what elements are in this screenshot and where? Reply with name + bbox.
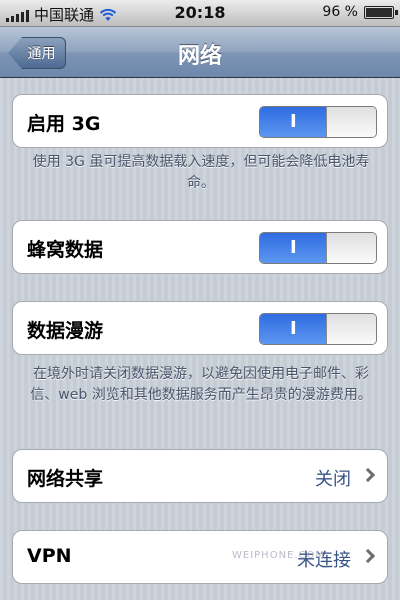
data-roaming-footer: 在境外时请关闭数据漫游，以避免因使用电子邮件、彩信、web 浏览和其他数据服务而…: [30, 366, 372, 403]
toggle-knob: [326, 107, 376, 137]
toggle-on-indicator: I: [290, 237, 297, 258]
toggle-on-indicator: I: [290, 111, 297, 132]
data-roaming-toggle[interactable]: I: [259, 313, 377, 345]
setting-label-vpn: VPN: [27, 545, 72, 567]
setting-row-data-roaming: 数据漫游 I: [12, 301, 388, 355]
setting-row-enable-3g: 启用 3G I: [12, 94, 388, 148]
toggle-knob: [326, 314, 376, 344]
navigation-bar: 通用 网络: [0, 27, 400, 78]
toggle-on-indicator: I: [290, 318, 297, 339]
toggle-knob: [326, 233, 376, 263]
enable-3g-toggle[interactable]: I: [259, 106, 377, 138]
watermark: WEIPHONE.COM: [232, 550, 326, 561]
toggle-on-track: I: [260, 233, 326, 263]
setting-label-cellular-data: 蜂窝数据: [27, 239, 104, 261]
page-title: 网络: [177, 44, 222, 69]
status-right: 96 %: [322, 4, 398, 20]
battery-icon: [364, 5, 398, 19]
setting-row-cellular-data: 蜂窝数据 I: [12, 220, 388, 274]
tethering-value: 关闭: [315, 469, 351, 490]
setting-row-vpn[interactable]: VPN 未连接: [12, 530, 388, 584]
toggle-on-track: I: [260, 314, 326, 344]
setting-label-data-roaming: 数据漫游: [27, 320, 104, 342]
status-bar: 中国联通 20:18 96 %: [0, 0, 400, 27]
enable-3g-footer: 使用 3G 虽可提高数据载入速度，但可能会降低电池寿命。: [32, 154, 370, 191]
chevron-right-icon: [360, 548, 376, 564]
setting-label-tethering: 网络共享: [27, 468, 104, 490]
setting-label-enable-3g: 启用 3G: [27, 113, 101, 135]
setting-row-tethering[interactable]: 网络共享 关闭: [12, 449, 388, 503]
toggle-on-track: I: [260, 107, 326, 137]
cellular-data-toggle[interactable]: I: [259, 232, 377, 264]
battery-percent: 96 %: [322, 4, 358, 20]
chevron-right-icon: [360, 467, 376, 483]
